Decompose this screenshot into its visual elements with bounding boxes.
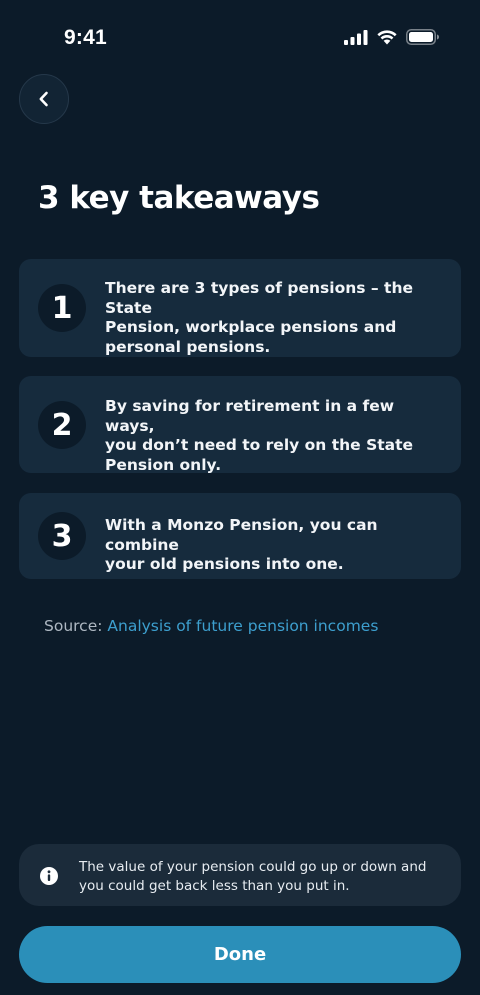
takeaway-3-line-2: your old pensions into one.: [105, 555, 344, 573]
source-link[interactable]: Analysis of future pension incomes: [107, 617, 378, 635]
status-time: 9:41: [64, 26, 107, 49]
source-label: Source:: [44, 617, 103, 635]
page-title: 3 key takeaways: [38, 180, 320, 216]
takeaway-card-1: 1 There are 3 types of pensions – the St…: [19, 259, 461, 357]
takeaway-text-1: There are 3 types of pensions – the Stat…: [105, 279, 443, 357]
source-line: Source: Analysis of future pension incom…: [44, 617, 378, 635]
takeaway-1-line-1: There are 3 types of pensions – the Stat…: [105, 279, 413, 317]
risk-notice: The value of your pension could go up or…: [19, 844, 461, 906]
takeaway-1-line-3: personal pensions.: [105, 337, 271, 356]
takeaway-card-2: 2 By saving for retirement in a few ways…: [19, 376, 461, 475]
notice-line-1: The value of your pension could go up or…: [79, 859, 427, 875]
takeaway-3-line-1: With a Monzo Pension, you can combine: [105, 516, 378, 554]
battery-icon: [406, 29, 439, 45]
status-icons: [344, 29, 440, 45]
takeaway-text-2: By saving for retirement in a few ways, …: [105, 397, 443, 475]
takeaway-card-3: 3 With a Monzo Pension, you can combine …: [19, 493, 461, 579]
chevron-left-icon: [39, 91, 48, 107]
takeaway-number-1: 1: [38, 284, 86, 332]
takeaway-2-line-2: you don’t need to rely on the State: [105, 436, 414, 454]
status-bar: 9:41: [0, 0, 480, 78]
takeaway-1-line-2: Pension, workplace pensions and: [105, 318, 397, 336]
takeaway-text-3: With a Monzo Pension, you can combine yo…: [105, 516, 443, 575]
done-button[interactable]: Done: [19, 926, 461, 983]
wifi-icon: [377, 30, 397, 45]
takeaway-number-3: 3: [38, 512, 86, 560]
back-button[interactable]: [19, 74, 69, 124]
takeaway-2-line-1: By saving for retirement in a few ways,: [105, 397, 395, 435]
notice-text: The value of your pension could go up or…: [79, 858, 441, 895]
notice-line-2: you could get back less than you put in.: [79, 877, 350, 894]
signal-icon: [344, 29, 368, 45]
info-icon: [40, 867, 58, 885]
takeaway-2-line-3: Pension only.: [105, 455, 222, 474]
takeaway-number-2: 2: [38, 401, 86, 449]
